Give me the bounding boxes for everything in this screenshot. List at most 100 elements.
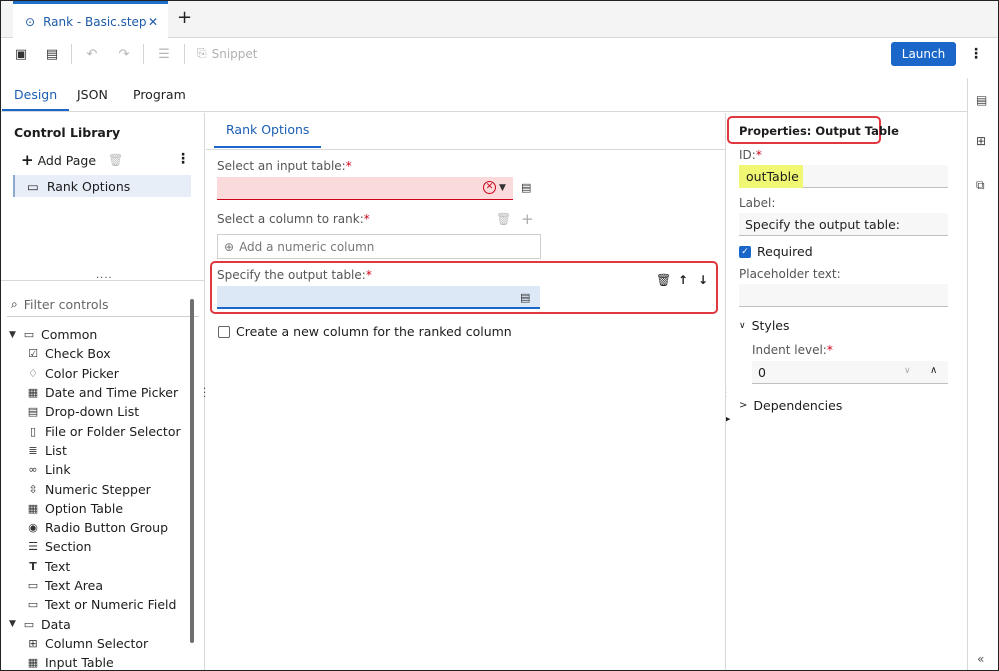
add-column-icon[interactable]: + xyxy=(521,210,534,228)
tree-group-common[interactable]: ▼ ▭ Common xyxy=(9,325,189,344)
tree-item-file-folder-selector[interactable]: ▯ File or Folder Selector xyxy=(9,421,189,440)
dependencies-panel-icon[interactable]: ⊞ xyxy=(976,134,990,148)
tab-design[interactable]: Design xyxy=(1,87,70,111)
checkbox-icon: ☑ xyxy=(28,347,38,361)
tree-item-option-table[interactable]: ▦ Option Table xyxy=(9,499,189,518)
create-column-checkbox-row[interactable]: Create a new column for the ranked colum… xyxy=(218,324,512,339)
tree-item-section[interactable]: ☰ Section xyxy=(9,537,189,556)
document-tab-bar: ⊙ Rank - Basic.step ✕ + xyxy=(1,1,998,39)
indent-level-select[interactable]: 0 ∨ ∧ xyxy=(752,361,948,384)
radio-icon: ◉ xyxy=(28,521,38,535)
save-as-icon[interactable]: ▤ xyxy=(43,45,61,63)
move-up-icon[interactable]: ↑ xyxy=(678,273,688,287)
tree-item-drop-down-list[interactable]: ▤ Drop-down List xyxy=(9,402,189,421)
search-icon: ⌕ xyxy=(11,297,18,311)
tree-group-data[interactable]: ▼ ▭ Data xyxy=(9,614,189,633)
collapse-rail-icon[interactable]: « xyxy=(977,652,984,666)
required-checkbox[interactable]: ✓ xyxy=(739,245,751,258)
tree-item-check-box[interactable]: ☑ Check Box xyxy=(9,344,189,363)
label-field[interactable]: Specify the output table: xyxy=(739,213,948,236)
error-icon: ✕ xyxy=(483,181,496,194)
placeholder-field[interactable] xyxy=(739,284,948,307)
tree-item-label: Drop-down List xyxy=(45,404,140,420)
launch-button[interactable]: Launch xyxy=(891,42,956,66)
input-table-icon: ▦ xyxy=(27,656,39,670)
tab-program[interactable]: Program xyxy=(133,87,186,102)
table-icon: ▦ xyxy=(27,501,39,515)
chevron-down-icon[interactable]: ▼ xyxy=(499,183,506,193)
filter-controls-input[interactable] xyxy=(23,297,184,312)
splitter-grip[interactable]: ···· xyxy=(96,273,113,284)
tree-item-label: Text xyxy=(45,558,71,574)
tree-item-label: Input Table xyxy=(45,655,114,671)
tree-item-column-selector[interactable]: ⊞ Column Selector xyxy=(9,634,189,653)
required-checkbox-row[interactable]: ✓ Required xyxy=(739,244,813,259)
dependencies-section-toggle[interactable]: > Dependencies xyxy=(739,398,842,413)
tree-item-radio-button-group[interactable]: ◉ Radio Button Group xyxy=(9,518,189,537)
input-table-select[interactable] xyxy=(217,177,513,200)
calendar-icon: ▦ xyxy=(27,386,39,400)
tree-item-text[interactable]: T Text xyxy=(9,557,189,576)
styles-section-toggle[interactable]: ∨ Styles xyxy=(739,318,790,333)
tree-item-list[interactable]: ≣ List xyxy=(9,441,189,460)
numeric-column-field[interactable]: ⊕ Add a numeric column xyxy=(217,234,541,259)
page-tab-rank-options[interactable]: Rank Options xyxy=(214,113,322,148)
library-browse-icon[interactable]: ▤ xyxy=(520,291,530,304)
panel-splitter[interactable] xyxy=(1,280,204,281)
library-browse-icon[interactable]: ▤ xyxy=(521,181,531,194)
page-item-label: Rank Options xyxy=(46,178,131,194)
app-window: ⊙ Rank - Basic.step ✕ + ▣ ▤ ↶ ↷ ☰ ⎘ Snip… xyxy=(0,0,999,671)
page-options-icon[interactable]: ⋮ xyxy=(176,151,190,167)
controls-scrollbar[interactable] xyxy=(190,299,194,643)
section-icon: ☰ xyxy=(28,540,38,554)
tree-item-input-table[interactable]: ▦ Input Table xyxy=(9,653,189,671)
delete-page-icon[interactable]: 🗑 xyxy=(108,153,123,167)
document-tab-title: Rank - Basic.step xyxy=(43,14,147,29)
stepper-icon: ⇳ xyxy=(28,482,38,496)
properties-icon[interactable]: ☰ xyxy=(155,45,173,63)
tree-item-link[interactable]: ∞ Link xyxy=(9,460,189,479)
close-tab-icon[interactable]: ✕ xyxy=(148,15,158,29)
folder-icon: ▭ xyxy=(23,617,35,631)
document-tab[interactable]: ⊙ Rank - Basic.step ✕ xyxy=(13,1,168,39)
tab-json[interactable]: JSON xyxy=(77,87,108,102)
more-options-icon[interactable]: ⋮ xyxy=(969,46,983,62)
output-table-input[interactable] xyxy=(217,286,540,309)
move-down-icon[interactable]: ↓ xyxy=(698,273,708,287)
page-item-rank-options[interactable]: ▭ Rank Options xyxy=(13,175,191,197)
tree-item-color-picker[interactable]: ♢ Color Picker xyxy=(9,364,189,383)
indent-level-value: 0 xyxy=(758,365,766,380)
toolbar-divider xyxy=(184,44,185,64)
tree-item-numeric-stepper[interactable]: ⇳ Numeric Stepper xyxy=(9,479,189,498)
tree-group-label: Data xyxy=(41,616,71,632)
tree-item-text-area[interactable]: ▭ Text Area xyxy=(9,576,189,595)
tree-item-label: Column Selector xyxy=(45,635,149,651)
delete-control-icon[interactable]: 🗑 xyxy=(656,273,671,287)
new-tab-button[interactable]: + xyxy=(177,9,192,27)
tree-group-label: Common xyxy=(41,327,98,343)
tree-item-label: List xyxy=(45,442,67,458)
chevron-down-icon[interactable]: ∨ xyxy=(904,366,911,376)
save-icon[interactable]: ▣ xyxy=(12,45,30,63)
controls-tree: ▼ ▭ Common ☑ Check Box ♢ Color Picker ▦ Dat… xyxy=(9,325,189,671)
undo-icon[interactable]: ↶ xyxy=(83,45,101,63)
create-column-checkbox[interactable] xyxy=(218,325,230,338)
tree-item-label: Section xyxy=(45,539,92,555)
chevron-up-icon[interactable]: ∧ xyxy=(930,365,937,376)
tree-item-date-time-picker[interactable]: ▦ Date and Time Picker xyxy=(9,383,189,402)
properties-panel: Properties: Output Table ID:* outTable L… xyxy=(727,113,967,670)
tree-item-text-numeric-field[interactable]: ▭ Text or Numeric Field xyxy=(9,595,189,614)
required-label: Required xyxy=(757,244,813,259)
redo-icon[interactable]: ↷ xyxy=(115,45,133,63)
filter-controls: ⌕ xyxy=(7,293,199,317)
outline-panel-icon[interactable]: ⧉ xyxy=(976,178,990,192)
tree-item-label: Link xyxy=(45,462,71,478)
step-icon: ⊙ xyxy=(25,14,36,29)
delete-column-icon[interactable]: 🗑 xyxy=(496,212,511,226)
text-field-icon: ▭ xyxy=(27,598,39,612)
page-tab-divider xyxy=(206,149,726,150)
properties-panel-icon[interactable]: ▤ xyxy=(976,93,990,107)
add-page-button[interactable]: + Add Page xyxy=(21,151,96,169)
snippet-button[interactable]: ⎘ Snippet xyxy=(197,46,258,61)
tree-item-label: Numeric Stepper xyxy=(45,481,151,497)
